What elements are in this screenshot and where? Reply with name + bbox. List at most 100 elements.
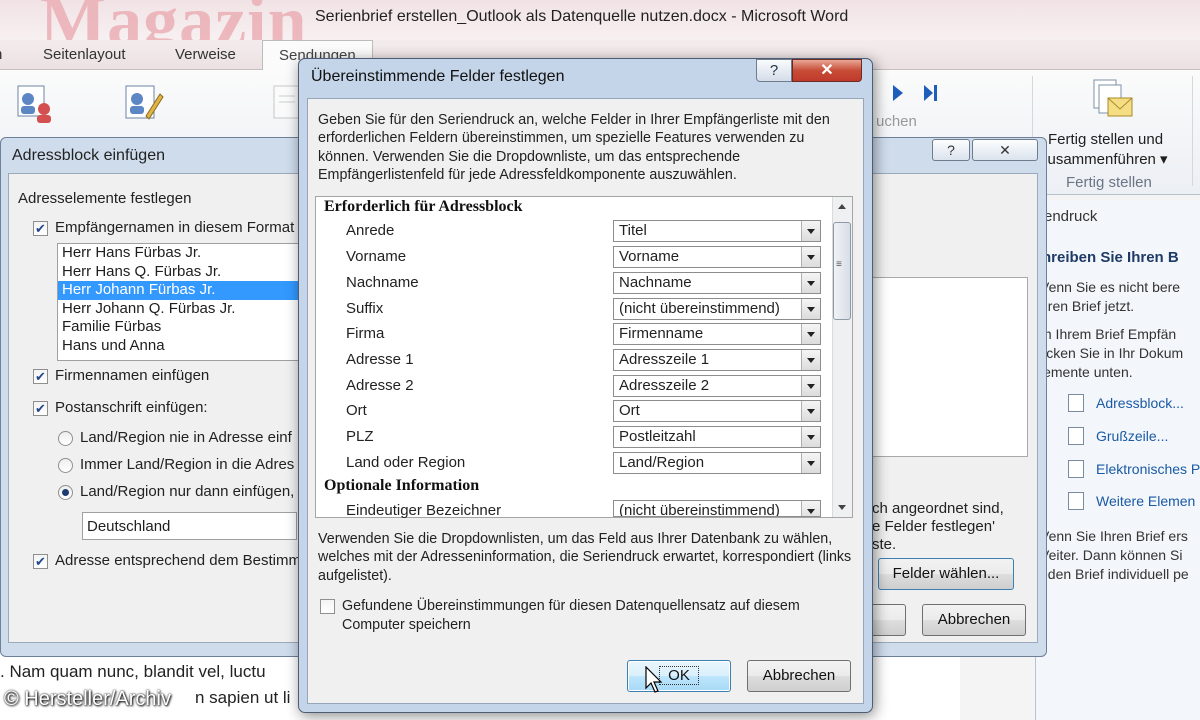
ok-button[interactable]: OK	[627, 660, 731, 692]
chevron-down-icon[interactable]	[801, 427, 820, 447]
address-block-cancel-button[interactable]: Abbrechen	[922, 604, 1026, 636]
chevron-down-icon[interactable]	[801, 350, 820, 370]
address-block-link[interactable]: Adressblock...	[1096, 395, 1184, 411]
taskpane-heading: hreiben Sie Ihren B	[1042, 249, 1179, 266]
country-never-radio[interactable]	[58, 431, 73, 446]
match-fields-hint: ch angeordnet sind,	[872, 500, 1004, 517]
combo-value: (nicht übereinstimmend)	[619, 502, 780, 517]
combo-value: Titel	[619, 222, 647, 239]
chevron-down-icon[interactable]	[801, 221, 820, 241]
list-item[interactable]: Hans und Anna	[58, 337, 301, 356]
country-never-label: Land/Region nie in Adresse einf	[80, 429, 292, 446]
list-item[interactable]: Familie Fürbas	[58, 318, 301, 337]
chevron-down-icon[interactable]	[801, 273, 820, 293]
scroll-up-icon[interactable]	[838, 204, 846, 209]
finish-merge-label-2[interactable]: zusammenführen ▾	[1040, 150, 1168, 168]
field-combo-plz[interactable]: Postleitzahl	[613, 426, 821, 448]
help-button[interactable]: ?	[756, 59, 792, 82]
country-field[interactable]: Deutschland	[82, 512, 297, 540]
field-combo-vorname[interactable]: Vorname	[613, 246, 821, 268]
tab-seitenlayout[interactable]: Seitenlayout	[43, 46, 126, 63]
tab-verweise[interactable]: Verweise	[175, 46, 236, 63]
address-block-help-button[interactable]: ?	[932, 139, 970, 161]
field-combo-land[interactable]: Land/Region	[613, 452, 821, 474]
save-matches-checkbox[interactable]	[320, 599, 335, 614]
greeting-line-icon	[1068, 427, 1084, 445]
finish-group-label: Fertig stellen	[1066, 174, 1152, 191]
combo-value: Postleitzahl	[619, 428, 696, 445]
field-label-land: Land oder Region	[346, 454, 466, 471]
chevron-down-icon[interactable]	[801, 453, 820, 473]
field-label-adresse-2: Adresse 2	[346, 377, 414, 394]
list-item[interactable]: Herr Hans Q. Fürbas Jr.	[58, 263, 301, 282]
taskpane-header: endruck	[1044, 208, 1098, 225]
tab-fragment[interactable]: n	[0, 46, 2, 63]
country-always-label: Immer Land/Region in die Adres	[80, 456, 295, 473]
window-title: Serienbrief erstellen_Outlook als Datenq…	[315, 8, 849, 25]
required-fields-heading: Erforderlich für Adressblock	[324, 198, 523, 215]
chevron-down-icon[interactable]	[801, 401, 820, 421]
taskpane-text: lemente unten.	[1040, 364, 1133, 380]
field-combo-ort[interactable]: Ort	[613, 400, 821, 422]
field-label-bezeichner: Eindeutiger Bezeichner	[346, 502, 502, 519]
field-combo-nachname[interactable]: Nachname	[613, 272, 821, 294]
match-fields-button[interactable]: Felder wählen...	[878, 558, 1014, 590]
close-button[interactable]: ✕	[792, 59, 862, 82]
field-combo-anrede[interactable]: Titel	[613, 220, 821, 242]
scroll-down-icon[interactable]	[838, 505, 846, 510]
combo-value: Firmenname	[619, 325, 704, 342]
mouse-cursor-icon	[645, 666, 663, 693]
country-only-radio[interactable]	[58, 485, 73, 500]
chevron-down-icon[interactable]	[801, 299, 820, 319]
scroll-grip-icon: ≡	[836, 259, 842, 270]
chevron-down-icon[interactable]	[801, 247, 820, 267]
recipient-name-checkbox[interactable]: ✔	[33, 221, 48, 236]
electronic-postage-link[interactable]: Elektronisches P	[1096, 461, 1200, 477]
list-item-selected[interactable]: Herr Johann Fürbas Jr.	[58, 281, 301, 300]
country-only-label: Land/Region nur dann einfügen,	[80, 483, 295, 500]
format-address-checkbox[interactable]: ✔	[33, 554, 48, 569]
chevron-down-icon[interactable]	[801, 501, 820, 516]
list-item[interactable]: Herr Johann Q. Fürbas Jr.	[58, 300, 301, 319]
record-navigation-icons[interactable]	[888, 82, 948, 104]
chevron-down-icon[interactable]	[801, 376, 820, 396]
taskpane-text: Venn Sie Ihren Brief ers	[1040, 528, 1188, 544]
field-combo-bezeichner[interactable]: (nicht übereinstimmend)	[613, 500, 821, 517]
combo-value: Nachname	[619, 274, 692, 291]
list-item[interactable]: Herr Hans Fürbas Jr.	[58, 244, 301, 263]
address-block-dialog-title: Adressblock einfügen	[12, 147, 165, 164]
mail-merge-task-pane	[1035, 200, 1200, 720]
combo-value: Adresszeile 1	[619, 351, 710, 368]
dialog-instructions: Geben Sie für den Seriendruck an, welche…	[318, 112, 830, 183]
taskpane-text: Venn Sie es nicht bere	[1040, 279, 1181, 295]
finish-merge-label[interactable]: Fertig stellen und	[1048, 131, 1163, 148]
greeting-line-link[interactable]: Grußzeile...	[1096, 428, 1168, 444]
combo-value: Adresszeile 2	[619, 377, 710, 394]
postal-address-checkbox[interactable]: ✔	[33, 401, 48, 416]
recipients-icon[interactable]	[122, 82, 164, 124]
field-combo-adresse-2[interactable]: Adresszeile 2	[613, 375, 821, 397]
field-label-adresse-1: Adresse 1	[346, 351, 414, 368]
ok-button-label: OK	[659, 666, 699, 685]
save-matches-label: Gefundene Übereinstimmungen für diesen D…	[342, 598, 800, 633]
taskpane-text: Veiter. Dann können Si	[1040, 547, 1183, 563]
start-mail-merge-icon[interactable]	[12, 82, 54, 124]
field-combo-firma[interactable]: Firmenname	[613, 323, 821, 345]
scroll-thumb[interactable]	[833, 222, 851, 320]
chevron-down-icon[interactable]	[801, 324, 820, 344]
match-fields-hint: e Felder festlegen'	[872, 518, 995, 535]
electronic-postage-icon	[1068, 460, 1084, 478]
recipient-name-label: Empfängernamen in diesem Format	[55, 219, 295, 236]
field-label-plz: PLZ	[346, 428, 374, 445]
cancel-button[interactable]: Abbrechen	[747, 660, 851, 692]
finish-merge-icon[interactable]	[1090, 78, 1136, 124]
document-text: . Nam quam nunc, blandit vel, luctu	[0, 662, 266, 681]
more-items-link[interactable]: Weitere Elemen	[1096, 493, 1195, 509]
field-combo-suffix[interactable]: (nicht übereinstimmend)	[613, 298, 821, 320]
dialog-title: Übereinstimmende Felder festlegen	[311, 68, 565, 85]
address-block-close-button[interactable]: ✕	[972, 139, 1038, 161]
company-name-checkbox[interactable]: ✔	[33, 369, 48, 384]
country-always-radio[interactable]	[58, 458, 73, 473]
name-format-list[interactable]: Herr Hans Fürbas Jr. Herr Hans Q. Fürbas…	[57, 243, 302, 361]
field-combo-adresse-1[interactable]: Adresszeile 1	[613, 349, 821, 371]
